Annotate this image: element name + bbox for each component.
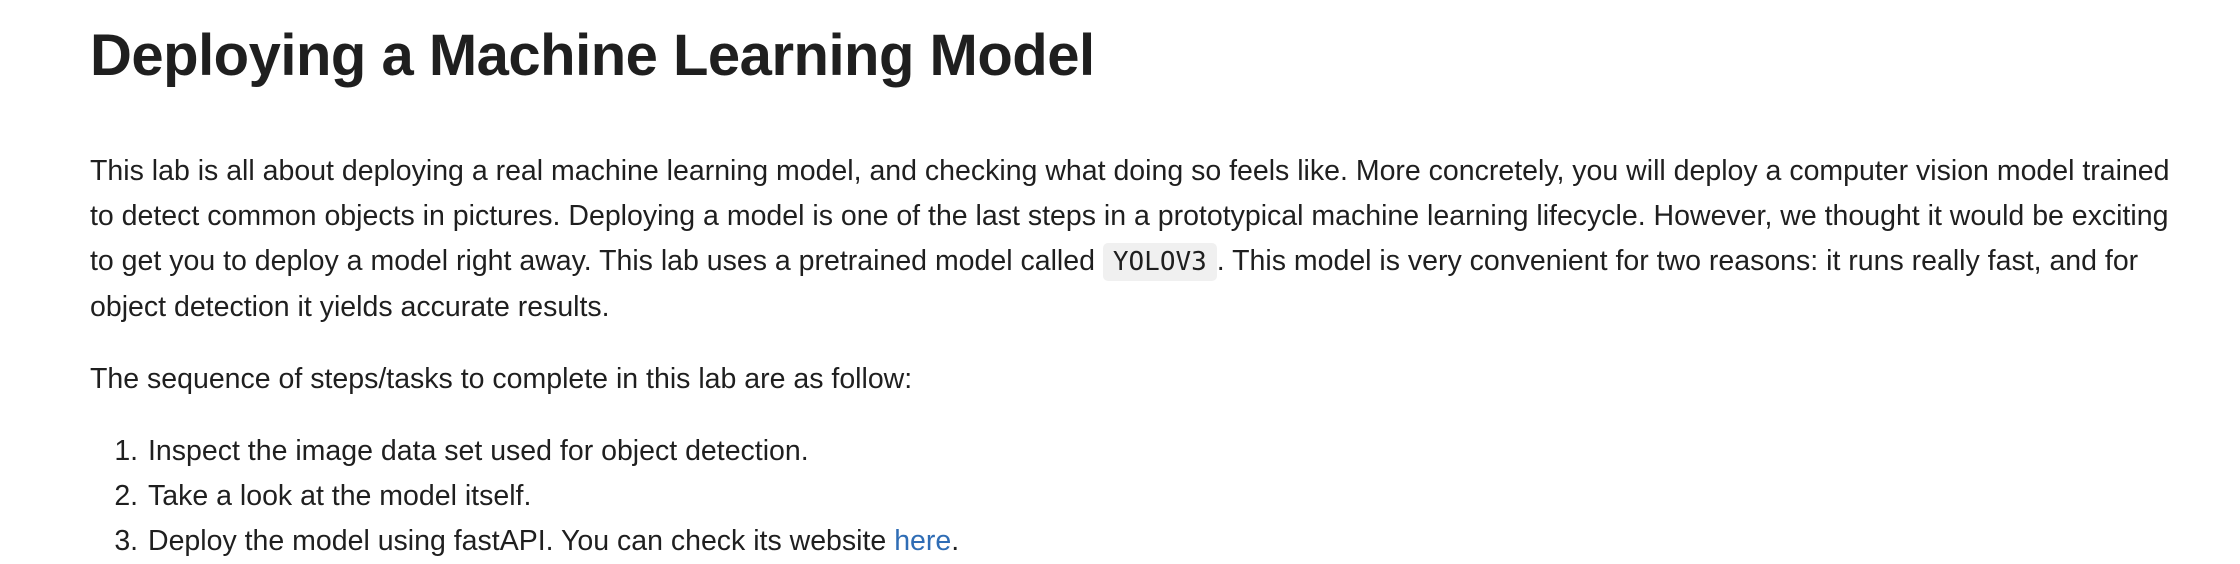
step-text: Take a look at the model itself. xyxy=(148,480,532,512)
steps-list: Inspect the image data set used for obje… xyxy=(90,429,2200,564)
steps-intro-paragraph: The sequence of steps/tasks to complete … xyxy=(90,363,913,395)
step-text: Inspect the image data set used for obje… xyxy=(148,435,809,467)
fastapi-website-link[interactable]: here xyxy=(894,525,951,557)
list-item: Deploy the model using fastAPI. You can … xyxy=(146,519,2200,564)
intro-paragraph: This lab is all about deploying a real m… xyxy=(90,149,2200,330)
list-item: Take a look at the model itself. xyxy=(146,474,2200,519)
step-text: Deploy the model using fastAPI. You can … xyxy=(148,525,895,557)
list-item: Inspect the image data set used for obje… xyxy=(146,429,2200,474)
page-title: Deploying a Machine Learning Model xyxy=(90,23,1095,88)
step-text-suffix: . xyxy=(951,525,960,557)
model-name-code: YOLOV3 xyxy=(1102,243,1217,281)
document-body: Deploying a Machine Learning Model This … xyxy=(90,0,2200,564)
